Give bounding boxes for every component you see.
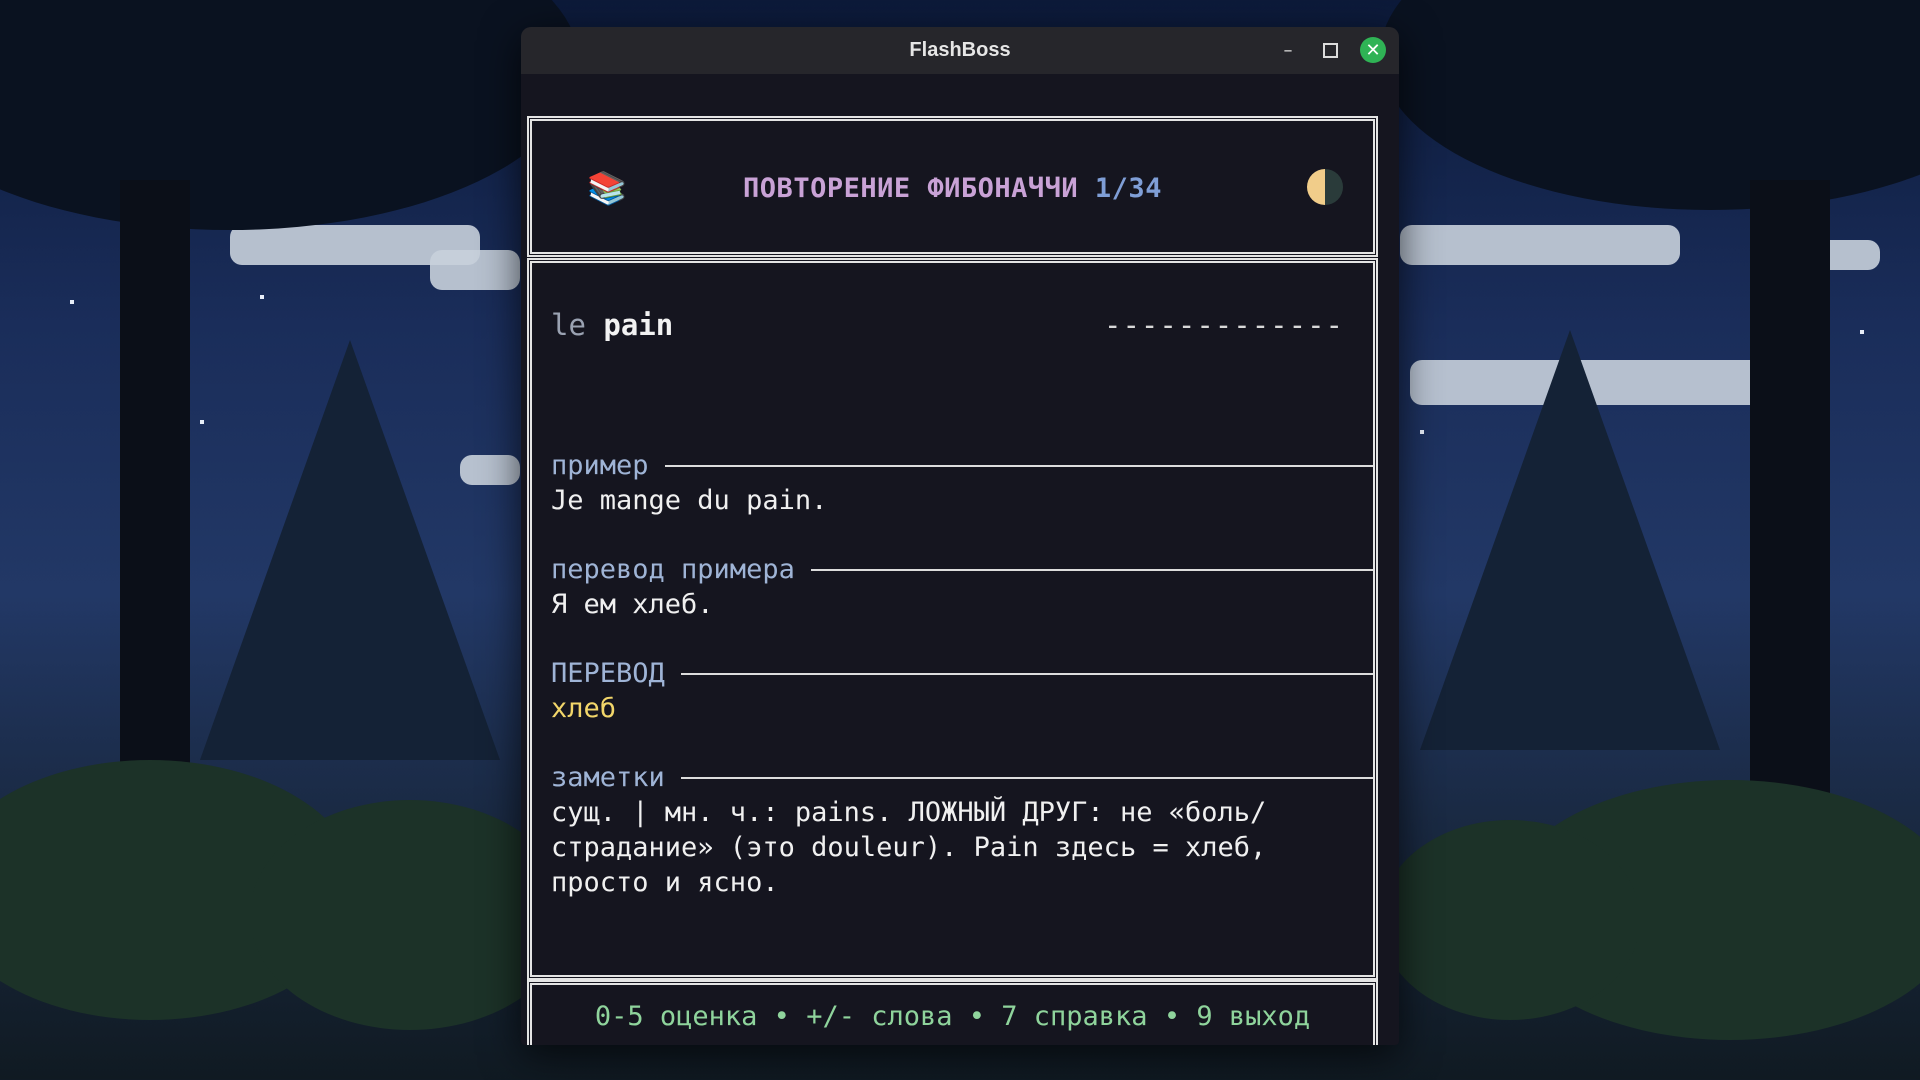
session-title: ПОВТОРЕНИЕ ФИБОНАЧЧИ	[743, 173, 1079, 204]
card-panel: le pain ------------- пример Je mange du…	[527, 258, 1378, 980]
section-notes: заметки сущ. | мн. ч.: pains. ЛОЖНЫЙ ДРУ…	[551, 759, 1373, 900]
page-title: ПОВТОРЕНИЕ ФИБОНАЧЧИ 1/34	[532, 173, 1373, 204]
divider	[680, 673, 1373, 675]
section-text: Je mange du pain.	[551, 485, 828, 516]
section-label: пример	[551, 449, 649, 481]
divider	[664, 465, 1373, 467]
card-word: le pain	[551, 308, 673, 342]
section-label: ПЕРЕВОД	[551, 657, 665, 689]
moon-half-icon[interactable]	[1307, 169, 1343, 205]
maximize-button[interactable]	[1317, 37, 1343, 63]
window-title: FlashBoss	[909, 39, 1011, 61]
close-button[interactable]: ✕	[1360, 37, 1386, 63]
app-window: FlashBoss – ✕ 📚 ПОВТОРЕНИЕ ФИБОНАЧЧИ 1/3…	[521, 27, 1399, 1045]
maximize-icon	[1322, 42, 1338, 58]
word-article: le	[551, 308, 586, 342]
keyboard-hints: 0-5 оценка • +/- слова • 7 справка • 9 в…	[594, 1001, 1311, 1032]
divider	[810, 569, 1373, 571]
section-text: хлеб	[551, 693, 617, 724]
terminal-area: 📚 ПОВТОРЕНИЕ ФИБОНАЧЧИ 1/34 le pain ----…	[521, 74, 1399, 1045]
word-text: pain	[603, 308, 674, 342]
title-bar[interactable]: FlashBoss – ✕	[521, 27, 1399, 74]
section-text: сущ. | мн. ч.: pains. ЛОЖНЫЙ ДРУГ: не «б…	[551, 797, 1267, 898]
header-panel: 📚 ПОВТОРЕНИЕ ФИБОНАЧЧИ 1/34	[527, 116, 1378, 257]
section-example: пример Je mange du pain.	[551, 447, 1373, 518]
section-label: перевод примера	[551, 553, 795, 585]
hidden-answer-placeholder: -------------	[1104, 308, 1344, 342]
section-translation: ПЕРЕВОД хлеб	[551, 655, 1373, 726]
section-example-translation: перевод примера Я ем хлеб.	[551, 551, 1373, 622]
section-label: заметки	[551, 761, 665, 793]
divider	[680, 777, 1373, 779]
minimize-button[interactable]: –	[1275, 37, 1301, 63]
progress-counter: 1/34	[1094, 173, 1162, 204]
section-text: Я ем хлеб.	[551, 589, 714, 620]
footer-panel: 0-5 оценка • +/- слова • 7 справка • 9 в…	[527, 980, 1378, 1045]
